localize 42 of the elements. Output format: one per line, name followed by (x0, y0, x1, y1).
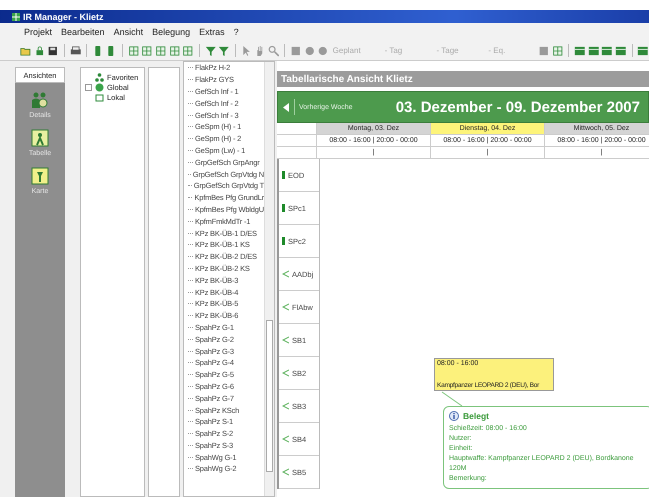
grid-icon[interactable] (141, 44, 153, 58)
bar-icon (282, 204, 285, 212)
branch-icon (282, 303, 289, 311)
branch-icon (282, 270, 289, 278)
grid-icon[interactable] (154, 44, 167, 58)
scrollbar[interactable] (264, 62, 274, 496)
menu-item[interactable]: Belegung (152, 27, 190, 37)
corner-cell (277, 147, 317, 159)
bar-icon (282, 171, 285, 179)
grid-icon[interactable] (552, 44, 564, 58)
app-icon (12, 12, 20, 20)
menu-item[interactable]: Extras (199, 27, 225, 37)
box-icon (95, 92, 104, 102)
menu-item[interactable]: Bearbeiten (61, 27, 105, 37)
bar-icon (282, 237, 285, 245)
map-figure-icon (31, 167, 49, 185)
branch-icon (282, 468, 289, 476)
branch-icon (282, 435, 289, 443)
menu-item[interactable]: Ansicht (114, 27, 144, 37)
lock-icon[interactable] (34, 44, 46, 58)
menu-item[interactable]: Projekt (24, 27, 52, 37)
info-icon (449, 411, 459, 421)
view-title: Tabellarische Ansicht Klietz (277, 71, 649, 87)
menu-item[interactable]: ? (234, 27, 239, 37)
nodes-icon (95, 72, 104, 82)
branch-icon (282, 402, 289, 410)
grid-icon[interactable] (128, 44, 140, 58)
table-figure-icon (31, 129, 49, 147)
branch-icon (282, 369, 289, 377)
print-icon[interactable] (70, 44, 82, 58)
people-magnifier-icon (31, 91, 49, 109)
week-range: 03. Dezember - 09. Dezember 2007 (394, 98, 641, 116)
magnifier-icon[interactable] (268, 44, 280, 58)
tooltip-title: Belegt (463, 411, 489, 421)
corner-cell (277, 135, 317, 147)
grid-icon[interactable] (182, 44, 194, 58)
back-arrow-icon (282, 102, 290, 112)
branch-icon (282, 336, 289, 344)
grid-icon[interactable] (168, 44, 180, 58)
expand-icon[interactable] (85, 84, 92, 90)
window-title: IR Manager - Klietz (23, 12, 104, 22)
globe-icon (95, 82, 104, 92)
